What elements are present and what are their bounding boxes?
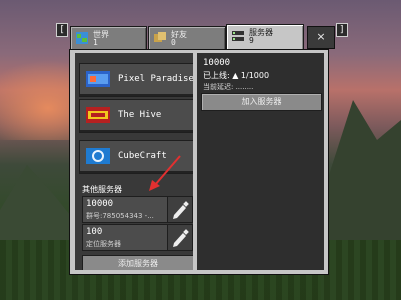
server-address: 10000 — [86, 199, 114, 209]
server-detail: 定位服务器 — [86, 240, 121, 248]
server-address: 100 — [86, 227, 103, 237]
server-list: Pixel Paradise The Hive CubeCraft 其他服务器 … — [75, 53, 193, 270]
join-server-button[interactable]: 加入服务器 — [201, 93, 322, 111]
other-server-item[interactable]: 100 定位服务器 — [82, 224, 168, 251]
tab-friends[interactable]: 好友 0 — [148, 26, 226, 51]
server-icon — [232, 31, 244, 41]
tab-servers[interactable]: 服务器 9 — [226, 24, 304, 51]
add-server-button[interactable]: 添加服务器 — [82, 255, 193, 270]
red-arrow-annotation — [149, 155, 181, 191]
cubecraft-logo-icon — [86, 148, 110, 164]
pencil-icon — [173, 229, 189, 247]
tab-friends-count: 0 — [171, 38, 176, 47]
selected-server-address: 10000 — [203, 58, 231, 68]
pixel-paradise-logo-icon — [86, 71, 110, 87]
next-tab-key[interactable]: ] — [336, 23, 348, 37]
tab-servers-count: 9 — [249, 36, 254, 45]
previous-tab-key[interactable]: [ — [56, 23, 68, 37]
server-item-pixel-paradise[interactable]: Pixel Paradise — [79, 63, 193, 97]
server-name: The Hive — [118, 110, 162, 120]
edit-server-button[interactable] — [167, 224, 193, 251]
friends-icon — [154, 32, 166, 42]
server-name: Pixel Paradise — [118, 74, 193, 84]
tab-worlds-count: 1 — [93, 38, 98, 47]
close-button[interactable]: × — [307, 26, 335, 49]
tab-worlds[interactable]: 世界 1 — [70, 26, 147, 51]
edit-server-button[interactable] — [167, 196, 193, 223]
server-panel: Pixel Paradise The Hive CubeCraft 其他服务器 … — [69, 49, 329, 275]
online-players: 已上线: ▲ 1/1000 — [203, 71, 270, 80]
server-detail: 群号:785054343 -... — [86, 212, 154, 220]
other-server-item[interactable]: 10000 群号:785054343 -... — [82, 196, 168, 223]
server-details-pane: 10000 已上线: ▲ 1/1000 当前延迟: ........ 加入服务器 — [197, 53, 324, 270]
other-servers-label: 其他服务器 — [82, 185, 122, 194]
globe-icon — [76, 32, 88, 44]
pencil-icon — [173, 201, 189, 219]
the-hive-logo-icon — [86, 107, 110, 123]
latency-text: 当前延迟: ........ — [203, 83, 254, 91]
server-item-the-hive[interactable]: The Hive — [79, 99, 193, 133]
